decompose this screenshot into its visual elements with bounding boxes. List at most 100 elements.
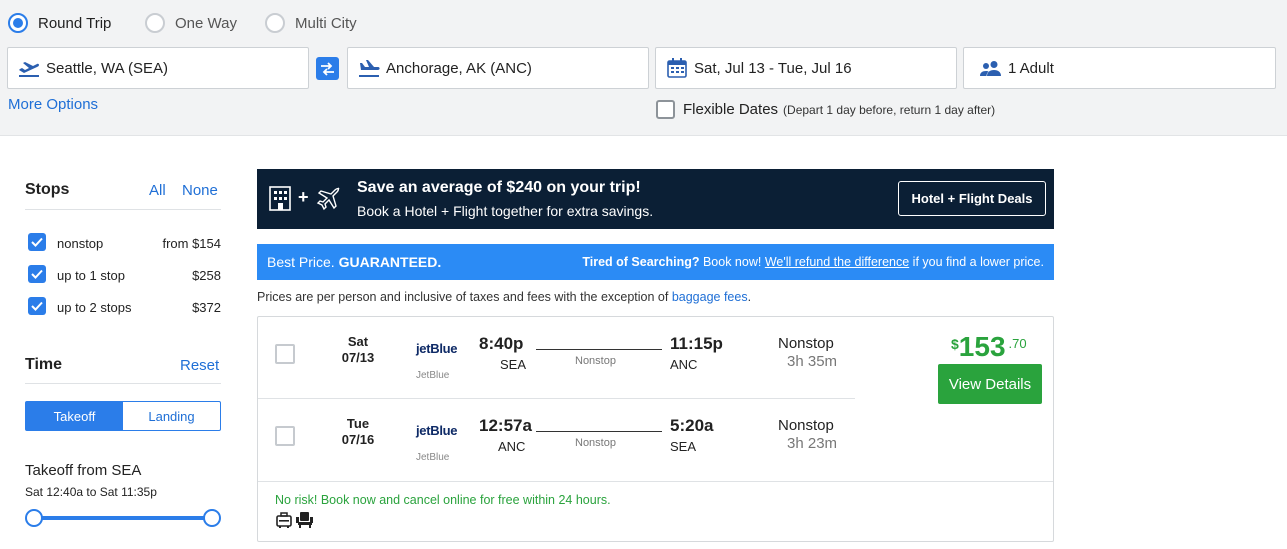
travelers-icon	[980, 61, 1001, 76]
refund-difference-link[interactable]: We'll refund the difference	[765, 255, 909, 269]
promo-subtitle: Book a Hotel + Flight together for extra…	[357, 203, 654, 219]
airline-name: JetBlue	[416, 370, 450, 381]
time-slider-start-handle[interactable]	[25, 509, 43, 527]
leg-day: Tue	[346, 416, 370, 431]
arrival-airport: SEA	[670, 439, 697, 454]
route-stops-label: Nonstop	[575, 437, 616, 449]
swap-arrows-icon	[321, 61, 334, 76]
tab-takeoff[interactable]: Takeoff	[26, 402, 123, 430]
takeoff-title: Takeoff from SEA	[25, 462, 142, 479]
more-options-link[interactable]: More Options	[8, 96, 98, 113]
best-price-guaranteed: GUARANTEED.	[338, 254, 442, 270]
price-cents: .70	[1008, 336, 1027, 351]
checkbox-checked-icon	[28, 265, 46, 283]
book-now-text: Book now!	[699, 255, 765, 269]
trip-type-round-trip[interactable]: Round Trip	[8, 11, 111, 35]
leg-stops: Nonstop	[778, 417, 834, 434]
hotel-flight-promo: + Save an average of $240 on your trip! …	[257, 169, 1054, 229]
baggage-fees-link[interactable]: baggage fees	[672, 290, 748, 304]
swap-button[interactable]	[316, 57, 339, 80]
checkbox-checked-icon	[28, 233, 46, 251]
select-leg-checkbox[interactable]	[275, 426, 295, 446]
lower-price-text: if you find a lower price.	[909, 255, 1044, 269]
destination-field[interactable]: Anchorage, AK (ANC)	[347, 47, 649, 89]
origin-field[interactable]: Seattle, WA (SEA)	[7, 47, 309, 89]
route-line	[536, 431, 662, 432]
destination-value: Anchorage, AK (ANC)	[386, 59, 532, 77]
best-price-label: Best Price. GUARANTEED.	[267, 254, 441, 270]
travelers-value: 1 Adult	[1008, 59, 1054, 77]
prices-note: Prices are per person and inclusive of t…	[257, 290, 751, 304]
time-heading: Time	[25, 356, 63, 373]
stop-filter-1-stop[interactable]: up to 1 stop $258	[28, 265, 221, 285]
carry-on-bag-icon	[276, 512, 292, 528]
plane-icon	[359, 60, 380, 77]
hotel-icon	[269, 186, 291, 211]
price-currency: $	[951, 336, 959, 352]
stop-label: up to 2 stops	[57, 300, 132, 315]
prices-note-text: Prices are per person and inclusive of t…	[257, 290, 672, 304]
seat-icon	[296, 512, 313, 528]
takeoff-range: Sat 12:40a to Sat 11:35p	[25, 485, 157, 499]
stop-filter-nonstop[interactable]: nonstop from $154	[28, 233, 221, 253]
arrival-time: 11:15p	[670, 334, 723, 353]
time-mode-toggle: Takeoff Landing	[25, 401, 221, 431]
leg-date: 07/13	[341, 350, 375, 365]
checkbox-unchecked-icon	[656, 100, 675, 119]
trip-type-one-way[interactable]: One Way	[145, 11, 237, 35]
leg-duration: 3h 35m	[787, 353, 838, 370]
airline-name: JetBlue	[416, 452, 450, 463]
refund-message: Tired of Searching? Book now! We'll refu…	[582, 255, 1044, 269]
stops-none-link[interactable]: None	[182, 182, 218, 199]
arrival-airport: ANC	[670, 357, 698, 372]
hotel-flight-deals-button[interactable]: Hotel + Flight Deals	[898, 181, 1046, 216]
prices-note-end: .	[747, 290, 752, 304]
tab-landing[interactable]: Landing	[123, 402, 220, 430]
departure-time: 8:40p	[479, 334, 524, 353]
stop-label: nonstop	[57, 236, 104, 251]
travelers-field[interactable]: 1 Adult	[963, 47, 1276, 89]
price-dollars: 153	[958, 331, 1006, 362]
select-leg-checkbox[interactable]	[275, 344, 295, 364]
takeoff-icon	[19, 62, 39, 77]
divider	[25, 209, 221, 210]
trip-type-multi-city[interactable]: Multi City	[265, 11, 357, 35]
leg-stops: Nonstop	[778, 335, 834, 352]
search-panel: Round Trip One Way Multi City Seattle, W…	[0, 0, 1287, 136]
flexible-dates-note: (Depart 1 day before, return 1 day after…	[783, 102, 996, 117]
divider	[25, 383, 221, 384]
stops-heading: Stops	[25, 181, 70, 198]
no-risk-message: No risk! Book now and cancel online for …	[275, 493, 611, 507]
card-divider	[258, 481, 1053, 482]
time-reset-link[interactable]: Reset	[180, 357, 219, 374]
time-slider-end-handle[interactable]	[203, 509, 221, 527]
promo-title: Save an average of $240 on your trip!	[357, 179, 641, 196]
flexible-dates-toggle[interactable]: Flexible Dates (Depart 1 day before, ret…	[656, 100, 995, 119]
origin-value: Seattle, WA (SEA)	[46, 59, 168, 77]
leg-date: 07/16	[341, 432, 375, 447]
route-stops-label: Nonstop	[575, 355, 616, 367]
time-slider-track	[34, 516, 211, 520]
airplane-icon	[316, 187, 340, 211]
departure-airport: ANC	[498, 439, 526, 454]
flexible-dates-label: Flexible Dates	[683, 101, 779, 118]
arrival-time: 5:20a	[670, 416, 714, 435]
flight-leg-outbound: Sat 07/13 jetBlue JetBlue 8:40p SEA Nons…	[258, 317, 856, 399]
departure-time: 12:57a	[479, 416, 532, 435]
departure-airport: SEA	[500, 357, 527, 372]
checkbox-checked-icon	[28, 297, 46, 315]
stop-price: from $154	[162, 236, 221, 251]
stop-filter-2-stops[interactable]: up to 2 stops $372	[28, 297, 221, 317]
flight-leg-return: Tue 07/16 jetBlue JetBlue 12:57a ANC Non…	[258, 399, 856, 481]
leg-duration: 3h 23m	[787, 435, 838, 452]
stop-label: up to 1 stop	[57, 268, 125, 283]
stops-all-link[interactable]: All	[149, 182, 166, 199]
best-price-prefix: Best Price.	[267, 254, 339, 270]
view-details-button[interactable]: View Details	[938, 364, 1042, 404]
route-line	[536, 349, 662, 350]
dates-field[interactable]: Sat, Jul 13 - Tue, Jul 16	[655, 47, 957, 89]
trip-type-label: One Way	[175, 14, 237, 32]
radio-icon	[145, 13, 165, 33]
dates-value: Sat, Jul 13 - Tue, Jul 16	[694, 59, 852, 77]
calendar-icon	[667, 58, 687, 78]
